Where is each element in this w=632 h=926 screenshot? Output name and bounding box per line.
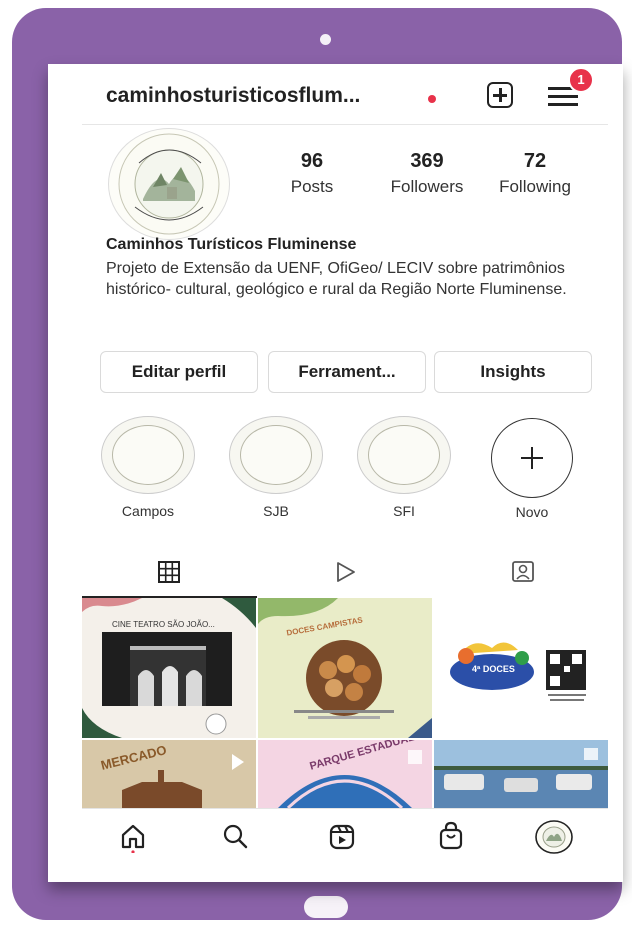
- highlight-cover: [229, 416, 323, 494]
- followers-count: 369: [410, 150, 444, 172]
- search-icon: [223, 824, 248, 849]
- post-thumbnail[interactable]: PARQUE ESTADUAL: [258, 740, 432, 808]
- new-highlight[interactable]: Novo: [482, 418, 582, 520]
- post-thumbnail[interactable]: CINE TEATRO SÃO JOÃO...: [82, 598, 256, 738]
- top-bar: caminhosturisticosflum... 1: [82, 64, 608, 125]
- post-image: [122, 754, 244, 808]
- tab-grid[interactable]: [82, 548, 257, 598]
- highlight-label: Novo: [515, 504, 549, 520]
- followers-label: Followers: [390, 177, 464, 196]
- username[interactable]: caminhosturisticosflum...: [106, 84, 360, 108]
- posts-count: 96: [300, 150, 324, 172]
- profile-avatar[interactable]: [108, 128, 230, 240]
- post-thumbnail[interactable]: DOCES CAMPISTAS: [258, 598, 432, 738]
- reels-icon: [329, 824, 355, 850]
- post-image: [434, 740, 608, 792]
- insights-button[interactable]: Insights: [434, 351, 592, 393]
- highlight-cover: [357, 416, 451, 494]
- following-label: Following: [499, 177, 571, 196]
- reels-icon: [337, 562, 355, 582]
- post-title: 4ª DOCES: [472, 664, 515, 674]
- highlight-sfi[interactable]: SFI: [354, 416, 454, 519]
- highlight-cover: [101, 416, 195, 494]
- content-tabs: [82, 548, 608, 598]
- nav-reels[interactable]: [292, 809, 392, 864]
- edit-profile-button[interactable]: Editar perfil: [100, 351, 258, 393]
- highlight-label: Campos: [121, 503, 175, 519]
- home-icon: [121, 824, 145, 853]
- profile-icon: [535, 820, 573, 854]
- post-thumbnail[interactable]: MERCADO: [82, 740, 256, 808]
- posts-grid: CINE TEATRO SÃO JOÃO... DOCES CAMPISTAS: [82, 598, 608, 808]
- post-title: CINE TEATRO SÃO JOÃO...: [112, 620, 215, 629]
- highlight-sjb[interactable]: SJB: [226, 416, 326, 519]
- post-image: [450, 642, 586, 701]
- tablet-camera: [320, 34, 331, 45]
- profile-logo: [118, 133, 220, 235]
- notification-badge: 1: [568, 67, 594, 93]
- nav-home[interactable]: [82, 809, 182, 864]
- nav-profile[interactable]: [508, 809, 608, 864]
- highlight-label: SJB: [263, 503, 289, 519]
- highlight-label: SFI: [393, 503, 415, 519]
- tab-tagged[interactable]: [432, 548, 607, 596]
- tagged-icon: [512, 561, 534, 582]
- post-image: [82, 598, 256, 738]
- highlight-campos[interactable]: Campos: [98, 416, 198, 519]
- following-stat[interactable]: 72 Following: [490, 150, 580, 197]
- plus-square-icon[interactable]: [487, 82, 513, 108]
- post-thumbnail[interactable]: [434, 740, 608, 808]
- plus-icon: [491, 418, 573, 498]
- profile-name: Caminhos Turísticos Fluminense: [106, 236, 357, 253]
- tab-reels[interactable]: [257, 548, 432, 596]
- post-thumbnail[interactable]: 4ª DOCES: [434, 598, 608, 738]
- profile-bio: Projeto de Extensão da UENF, OfiGeo/ LEC…: [106, 260, 567, 298]
- posts-label: Posts: [290, 177, 334, 196]
- following-count: 72: [523, 150, 547, 172]
- bottom-navigation: [82, 808, 608, 864]
- nav-shop[interactable]: [400, 809, 500, 864]
- shop-icon: [439, 821, 463, 850]
- notification-dot: [428, 95, 436, 103]
- instagram-profile-screen: caminhosturisticosflum... 1 96 Posts 369…: [82, 64, 608, 864]
- nav-search[interactable]: [182, 809, 282, 864]
- grid-icon: [158, 561, 180, 583]
- followers-stat[interactable]: 369 Followers: [382, 150, 472, 197]
- tablet-home-button[interactable]: [304, 896, 348, 918]
- tools-button[interactable]: Ferrament...: [268, 351, 426, 393]
- posts-stat[interactable]: 96 Posts: [282, 150, 342, 197]
